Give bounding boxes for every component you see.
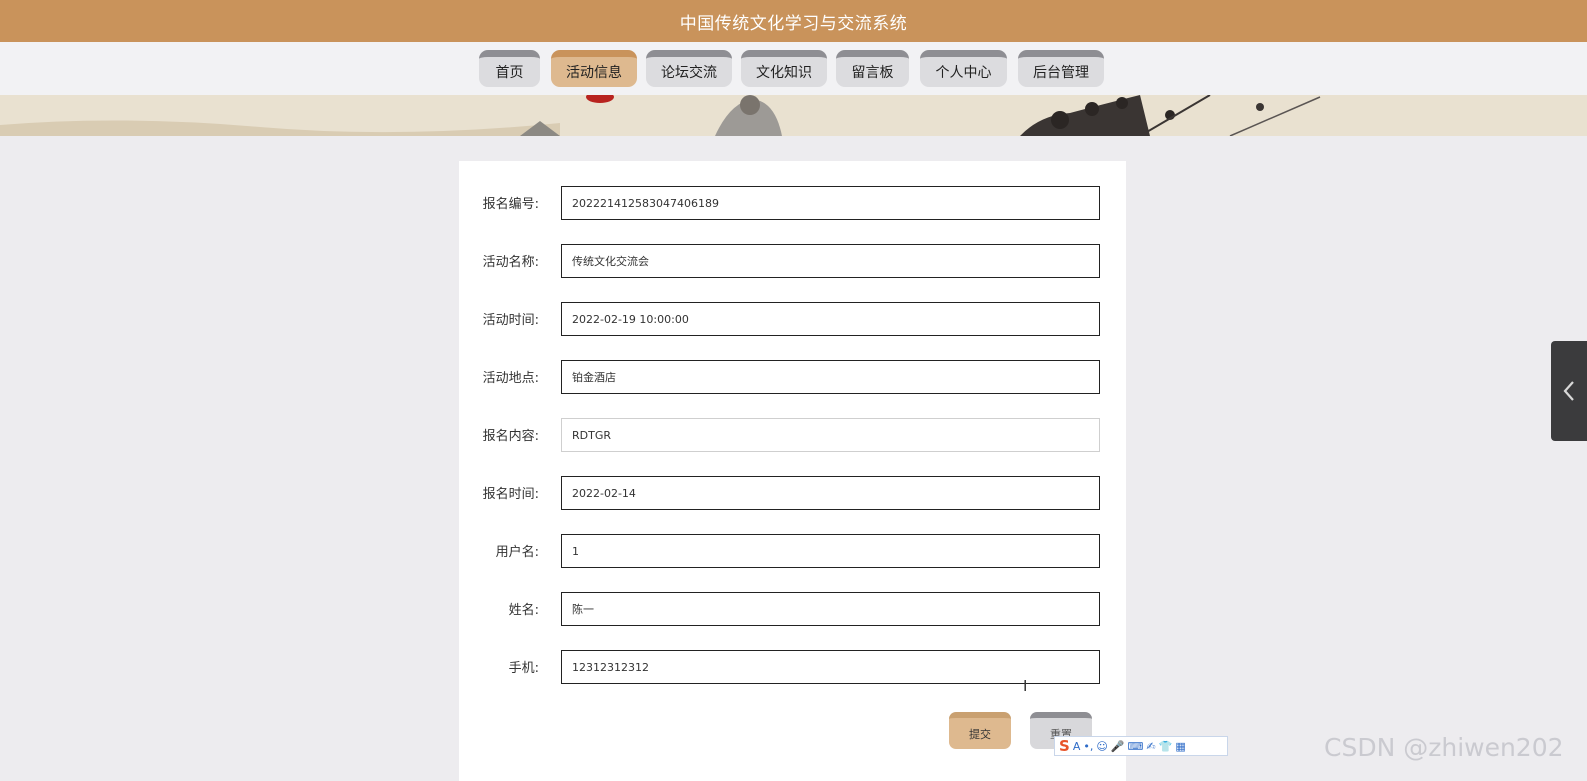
field-label-username: 用户名:	[495, 545, 539, 560]
nav-item-admin[interactable]: 后台管理	[1018, 50, 1104, 87]
signup-content-input[interactable]	[561, 418, 1100, 452]
chevron-left-icon	[1563, 381, 1574, 401]
handwriting-icon[interactable]: ✍	[1146, 741, 1155, 752]
field-label-name: 姓名:	[508, 603, 539, 618]
csdn-watermark: CSDN @zhiwen202	[1324, 733, 1564, 762]
skin-icon[interactable]: 👕	[1159, 741, 1173, 752]
site-title: 中国传统文化学习与交流系统	[679, 13, 908, 34]
phone-input[interactable]	[561, 650, 1100, 684]
microphone-icon[interactable]: 🎤	[1111, 741, 1125, 752]
banner-image	[0, 95, 1587, 136]
field-label-signup-content: 报名内容:	[482, 429, 539, 444]
activity-name-input[interactable]	[561, 244, 1100, 278]
font-icon[interactable]: A	[1073, 741, 1081, 752]
ink-painting-illustration	[0, 95, 1587, 136]
nav-item-activities[interactable]: 活动信息	[551, 50, 637, 87]
toolbox-icon[interactable]: ▦	[1175, 741, 1185, 752]
signup-time-input[interactable]	[561, 476, 1100, 510]
nav-item-forum[interactable]: 论坛交流	[646, 50, 732, 87]
site-header: 中国传统文化学习与交流系统	[0, 0, 1587, 42]
main-nav: 首页 活动信息 论坛交流 文化知识 留言板 个人中心 后台管理	[0, 42, 1587, 95]
sogou-logo-icon: S	[1059, 736, 1070, 755]
field-label-activity-time: 活动时间:	[482, 313, 539, 328]
keyboard-icon[interactable]: ⌨	[1128, 741, 1144, 752]
nav-item-message-board[interactable]: 留言板	[836, 50, 909, 87]
field-label-activity-name: 活动名称:	[482, 255, 539, 270]
nav-item-culture-knowledge[interactable]: 文化知识	[741, 50, 827, 87]
username-input[interactable]	[561, 534, 1100, 568]
name-input[interactable]	[561, 592, 1100, 626]
emoji-icon[interactable]: ☺	[1096, 741, 1107, 752]
field-label-signup-time: 报名时间:	[482, 487, 539, 502]
field-label-signup-no: 报名编号:	[482, 197, 539, 212]
field-label-phone: 手机:	[508, 661, 539, 676]
submit-button[interactable]: 提交	[949, 712, 1011, 749]
text-cursor-icon: I	[1023, 677, 1028, 695]
signup-no-input[interactable]	[561, 186, 1100, 220]
field-label-activity-location: 活动地点:	[482, 371, 539, 386]
ime-toolbar[interactable]: S A •, ☺ 🎤 ⌨ ✍ 👕 ▦	[1054, 736, 1228, 756]
punctuation-icon[interactable]: •,	[1083, 741, 1093, 752]
activity-location-input[interactable]	[561, 360, 1100, 394]
side-collapse-tab[interactable]	[1551, 341, 1587, 441]
activity-time-input[interactable]	[561, 302, 1100, 336]
nav-item-personal-center[interactable]: 个人中心	[920, 50, 1007, 87]
nav-item-home[interactable]: 首页	[479, 50, 540, 87]
